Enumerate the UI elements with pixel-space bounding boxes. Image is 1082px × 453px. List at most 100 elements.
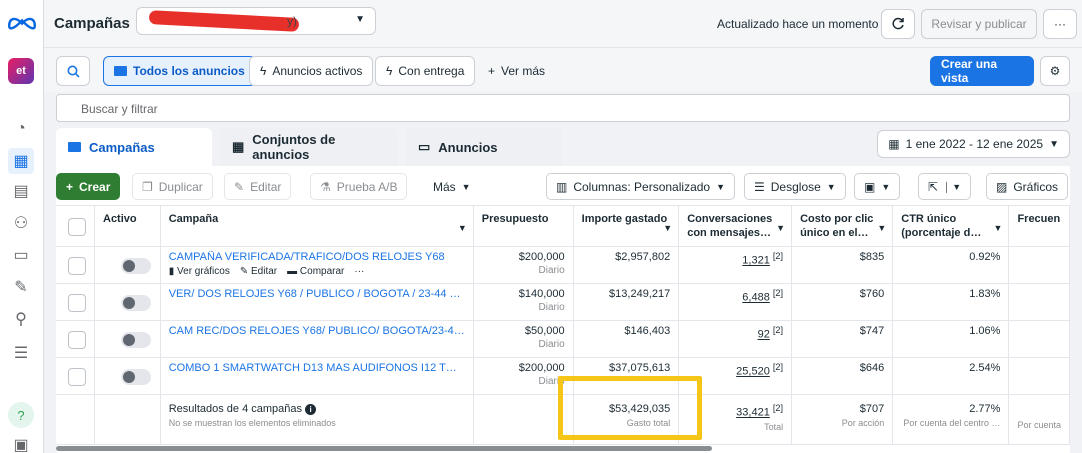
campaigns-table-icon[interactable]: ▦ bbox=[8, 148, 34, 174]
account-avatar[interactable]: et bbox=[8, 58, 34, 84]
conversations-value[interactable]: 92 bbox=[758, 329, 770, 341]
compare-action-label: Comparar bbox=[299, 266, 345, 277]
tab-campaigns[interactable]: Campañas bbox=[56, 128, 212, 166]
ctr-cell: 2.54% bbox=[892, 357, 1010, 395]
see-more-filters[interactable]: + Ver más bbox=[478, 56, 555, 86]
row-toggle-cell bbox=[94, 357, 161, 395]
notes-icon[interactable]: ▣ bbox=[8, 432, 34, 453]
table-toolbar: + Crear ❐ Duplicar ✎ Editar ⚗ Prueba A/B… bbox=[56, 166, 1070, 206]
redacted-account-name bbox=[148, 10, 300, 32]
row-select-cell bbox=[56, 320, 95, 358]
charts-button[interactable]: ▨ Gráficos bbox=[986, 173, 1069, 200]
megaphone-icon[interactable]: ✎ bbox=[8, 274, 34, 300]
review-publish-button[interactable]: Revisar y publicar bbox=[921, 9, 1037, 39]
search-filter-input[interactable]: Buscar y filtrar bbox=[56, 94, 1070, 122]
col-header-frequency[interactable]: Frecuen bbox=[1008, 206, 1070, 247]
bar-chart-icon: ▮ bbox=[168, 266, 175, 277]
edit-action[interactable]: ✎ Editar bbox=[240, 266, 277, 277]
sort-caret-icon: ▼ bbox=[776, 223, 786, 233]
create-view-button[interactable]: Crear una vista bbox=[930, 56, 1034, 86]
campaign-name-link[interactable]: COMBO 1 SMARTWATCH D13 MAS AUDIFONOS I12… bbox=[169, 362, 465, 374]
conversations-value[interactable]: 1,321 bbox=[742, 255, 770, 267]
reports-icon[interactable]: ▤ bbox=[8, 178, 34, 204]
active-ads-filter[interactable]: ϟ Anuncios activos bbox=[249, 56, 374, 86]
campaign-toggle[interactable] bbox=[121, 258, 151, 274]
campaign-name-link[interactable]: CAM REC/DOS RELOJES Y68/ PUBLICO/ BOGOTA… bbox=[169, 325, 465, 337]
export-dropdown[interactable]: ⇱ │ ▼ bbox=[918, 173, 972, 200]
audiences-icon[interactable]: ⚇ bbox=[8, 210, 34, 236]
table-row[interactable]: CAM REC/DOS RELOJES Y68/ PUBLICO/ BOGOTA… bbox=[56, 320, 1070, 358]
col-header-conversations[interactable]: Conversaciones con mensajes… ▼ bbox=[678, 206, 793, 247]
campaign-toggle[interactable] bbox=[121, 332, 151, 348]
campaign-toggle[interactable] bbox=[121, 295, 151, 311]
left-navigation-rail: et ◔ ▦ ▤ ⚇ ▭ ✎ ⚲ ☰ ? ▣ bbox=[0, 0, 44, 453]
all-ads-filter[interactable]: Todos los anuncios bbox=[103, 56, 256, 86]
row-checkbox[interactable] bbox=[68, 368, 86, 386]
breakdown-dropdown[interactable]: ☰ Desglose ▼ bbox=[744, 173, 846, 200]
col-header-active[interactable]: Activo bbox=[94, 206, 161, 247]
budget-value: $200,000 bbox=[518, 362, 565, 374]
edit-button[interactable]: ✎ Editar bbox=[224, 173, 292, 200]
table-row[interactable]: CAMPAÑA VERIFICADA/TRAFICO/DOS RELOJES Y… bbox=[56, 246, 1070, 284]
col-header-campaign[interactable]: Campaña ▼ bbox=[160, 206, 474, 247]
horizontal-scrollbar[interactable] bbox=[56, 446, 712, 451]
row-checkbox[interactable] bbox=[68, 257, 86, 275]
active-ads-label: Anuncios activos bbox=[272, 64, 363, 78]
campaign-name-link[interactable]: VER/ DOS RELOJES Y68 / PUBLICO / BOGOTA … bbox=[169, 288, 465, 300]
total-conversations-value[interactable]: 33,421 bbox=[736, 407, 770, 419]
account-selector[interactable]: y) ▼ bbox=[136, 7, 376, 35]
dashboard-gauge-icon[interactable]: ◔ bbox=[8, 116, 34, 142]
campaign-name-link[interactable]: CAMPAÑA VERIFICADA/TRAFICO/DOS RELOJES Y… bbox=[169, 251, 465, 263]
info-icon[interactable]: i bbox=[305, 404, 317, 415]
grid-icon: ▦ bbox=[232, 139, 245, 154]
col-header-budget[interactable]: Presupuesto bbox=[473, 206, 574, 247]
col-header-ctr-label: CTR único (porcentaje d… bbox=[901, 213, 982, 239]
billing-card-icon[interactable]: ▭ bbox=[8, 242, 34, 268]
all-tools-menu-icon[interactable]: ☰ bbox=[8, 340, 34, 366]
search-button[interactable] bbox=[56, 56, 90, 86]
conversations-marker: [2] bbox=[772, 251, 784, 261]
row-more-action[interactable]: ··· bbox=[354, 266, 364, 277]
compare-action[interactable]: ▬ Comparar bbox=[287, 266, 344, 277]
events-manager-icon[interactable]: ⚲ bbox=[8, 306, 34, 332]
summary-label-cell: Resultados de 4 campañas i No se muestra… bbox=[160, 394, 474, 445]
summary-ctr-cell: 2.77% Por cuenta del centro … bbox=[892, 394, 1010, 445]
duplicate-button[interactable]: ❐ Duplicar bbox=[132, 173, 213, 200]
sort-caret-icon: ▼ bbox=[457, 223, 467, 233]
help-icon[interactable]: ? bbox=[8, 402, 34, 428]
columns-dropdown[interactable]: ▥ Columnas: Personalizado ▼ bbox=[546, 173, 736, 200]
col-header-ctr[interactable]: CTR único (porcentaje d… ▼ bbox=[892, 206, 1010, 247]
tab-ads[interactable]: ▭ Anuncios bbox=[406, 128, 562, 166]
chevron-down-icon: ▼ bbox=[881, 181, 891, 192]
conversations-value[interactable]: 25,520 bbox=[736, 366, 770, 378]
tab-adsets[interactable]: ▦ Conjuntos de anuncios bbox=[220, 128, 398, 166]
select-all-checkbox[interactable] bbox=[68, 218, 86, 236]
create-button[interactable]: + Crear bbox=[56, 173, 121, 200]
reports-dropdown[interactable]: ▣ ▼ bbox=[854, 173, 901, 200]
view-charts-action[interactable]: ▮ Ver gráficos bbox=[169, 266, 230, 277]
columns-label: Columnas: Personalizado bbox=[573, 179, 711, 194]
ab-test-button[interactable]: ⚗ Prueba A/B bbox=[310, 173, 408, 200]
more-actions-button[interactable]: Más ▼ bbox=[424, 173, 480, 200]
col-header-spent[interactable]: Importe gastado ▼ bbox=[573, 206, 680, 247]
col-header-cpc[interactable]: Costo por clic único en el… ▼ bbox=[791, 206, 894, 247]
more-label: Más bbox=[433, 179, 456, 194]
table-row[interactable]: VER/ DOS RELOJES Y68 / PUBLICO / BOGOTA … bbox=[56, 283, 1070, 321]
spent-cell: $13,249,217 bbox=[573, 283, 680, 321]
row-checkbox[interactable] bbox=[68, 331, 86, 349]
chart-icon: ▨ bbox=[996, 179, 1008, 194]
summary-cpc-cell: $707 Por acción bbox=[791, 394, 894, 445]
filter-settings-button[interactable]: ⚙ bbox=[1040, 56, 1070, 86]
compare-icon: ▬ bbox=[287, 266, 298, 277]
avg-ctr-value: 2.77% bbox=[969, 403, 1001, 415]
more-options-button[interactable]: ··· bbox=[1043, 9, 1077, 39]
campaign-toggle[interactable] bbox=[121, 369, 151, 385]
see-more-label: Ver más bbox=[501, 64, 546, 78]
row-checkbox[interactable] bbox=[68, 294, 86, 312]
conversations-value[interactable]: 6,488 bbox=[742, 292, 770, 304]
meta-logo-icon[interactable] bbox=[6, 12, 38, 32]
refresh-button[interactable] bbox=[881, 9, 915, 39]
budget-type: Diario bbox=[538, 265, 565, 276]
with-delivery-filter[interactable]: ϟ Con entrega bbox=[375, 56, 476, 86]
date-range-picker[interactable]: ▦ 1 ene 2022 - 12 ene 2025 ▼ bbox=[877, 130, 1070, 158]
